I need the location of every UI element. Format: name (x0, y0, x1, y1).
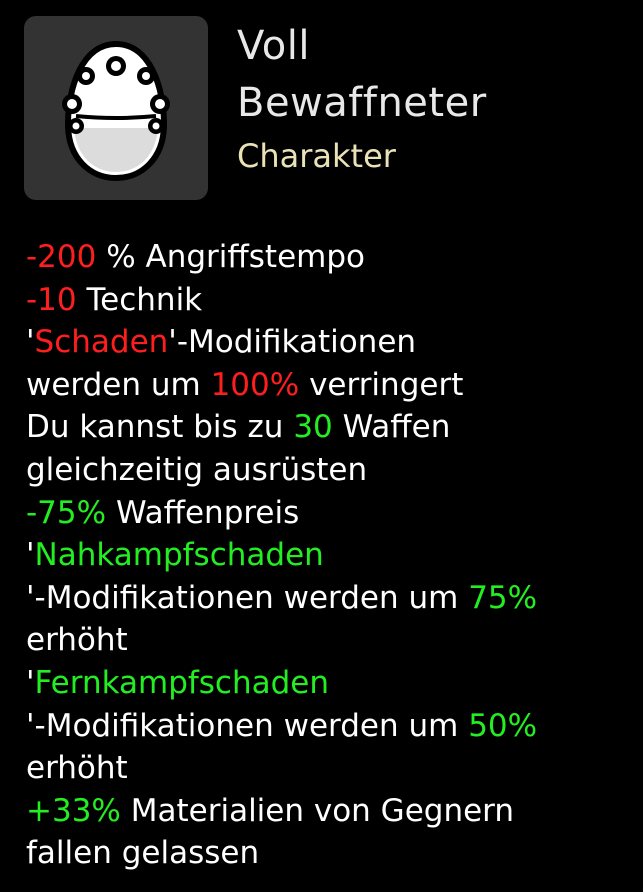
effect-keyword: Fernkampfschaden (34, 664, 330, 701)
effect-keyword: Nahkampfschaden (34, 537, 324, 574)
item-title-line-2: Bewaffneter (237, 80, 487, 126)
effect-value: 100% (210, 366, 300, 403)
effect-text: erhöht (26, 622, 128, 659)
effect-ranged-mods-line-1: 'Fernkampfschaden (26, 662, 636, 705)
effect-text: '-Modifikationen werden um (26, 707, 469, 744)
effects-list: -200 % Angriffstempo -10 Technik 'Schade… (26, 236, 636, 875)
quote-open: ' (26, 537, 35, 574)
effect-melee-mods-line-1: 'Nahkampfschaden (26, 534, 636, 577)
effect-materials-line-1: +33% Materialien von Gegnern (26, 790, 636, 833)
effect-weapons-line-1: Du kannst bis zu 30 Waffen (26, 406, 636, 449)
quote-open: ' (26, 324, 35, 361)
effect-text: verringert (299, 366, 464, 403)
effect-materials-line-2: fallen gelassen (26, 832, 636, 875)
effect-value: 50% (468, 707, 538, 744)
effect-text: werden um (26, 366, 211, 403)
effect-text: gleichzeitig ausrüsten (26, 451, 368, 488)
title-block: Voll Bewaffneter Charakter (237, 18, 637, 178)
effect-text: Waffenpreis (106, 494, 300, 531)
item-icon-frame (24, 16, 208, 200)
effect-weapons-line-2: gleichzeitig ausrüsten (26, 449, 636, 492)
effect-text: '-Modifikationen werden um (26, 579, 469, 616)
effect-value: -75% (26, 494, 107, 531)
effect-melee-mods-line-2: '-Modifikationen werden um 75% (26, 577, 636, 620)
effect-text: % Angriffstempo (96, 239, 365, 275)
effect-keyword: Schaden (34, 324, 169, 361)
effect-text: Waffen (332, 409, 451, 446)
effect-weapon-price: -75% Waffenpreis (26, 492, 636, 535)
effect-ranged-mods-line-3: erhöht (26, 747, 636, 790)
egg-character-icon (62, 40, 170, 182)
effect-text: Technik (76, 281, 203, 318)
effect-text: '-Modifikationen (168, 324, 417, 361)
effect-value: 75% (468, 579, 538, 616)
effect-damage-mods-line-1: 'Schaden'-Modifikationen (26, 321, 636, 364)
effect-value: -200 (26, 239, 97, 275)
effect-attack-speed: -200 % Angriffstempo (26, 236, 636, 279)
item-title-line-1: Voll (237, 23, 310, 69)
effect-engineering: -10 Technik (26, 279, 636, 322)
effect-ranged-mods-line-2: '-Modifikationen werden um 50% (26, 705, 636, 748)
effect-text: Du kannst bis zu (26, 409, 294, 446)
effect-text: fallen gelassen (26, 835, 260, 872)
effect-text: erhöht (26, 750, 128, 787)
effect-damage-mods-line-2: werden um 100% verringert (26, 364, 636, 407)
effect-text: Materialien von Gegnern (120, 792, 515, 829)
effect-melee-mods-line-3: erhöht (26, 619, 636, 662)
item-category: Charakter (237, 137, 396, 175)
effect-value: 30 (293, 409, 333, 446)
effect-value: -10 (26, 281, 77, 318)
effect-value: +33% (26, 792, 121, 829)
item-tooltip: Voll Bewaffneter Charakter -200 % Angrif… (0, 0, 643, 892)
quote-open: ' (26, 664, 35, 701)
